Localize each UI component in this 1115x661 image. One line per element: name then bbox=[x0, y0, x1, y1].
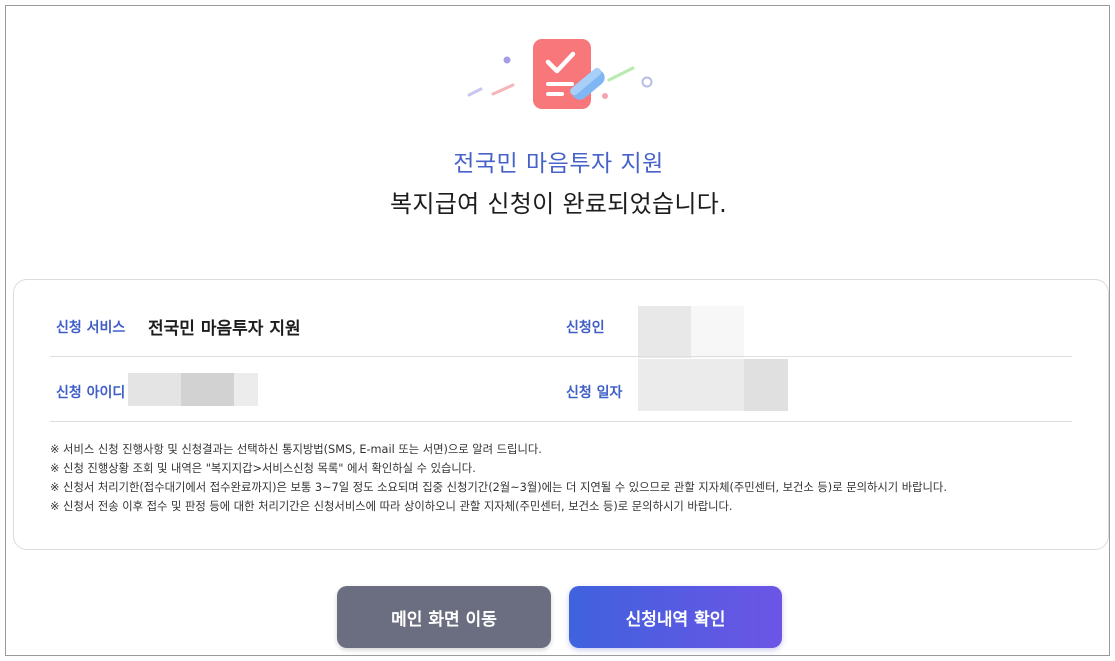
view-application-history-button[interactable]: 신청내역 확인 bbox=[569, 586, 782, 648]
details-row-service: 신청 서비스 전국민 마음투자 지원 신청인 bbox=[50, 308, 1072, 356]
service-value: 전국민 마음투자 지원 bbox=[148, 319, 301, 339]
applicant-redacted bbox=[638, 306, 744, 358]
date-label: 신청 일자 bbox=[566, 385, 623, 401]
notice-item: ※ 서비스 신청 진행사항 및 신청결과는 선택하신 통지방법(SMS, E-m… bbox=[50, 443, 542, 456]
service-title: 전국민 마음투자 지원 bbox=[453, 151, 664, 177]
applicant-id-label: 신청 아이디 bbox=[56, 385, 126, 401]
notice-list: ※ 서비스 신청 진행사항 및 신청결과는 선택하신 통지방법(SMS, E-m… bbox=[50, 440, 1080, 516]
completion-message: 복지급여 신청이 완료되었습니다. bbox=[389, 190, 728, 218]
row-divider bbox=[50, 421, 1072, 422]
service-label: 신청 서비스 bbox=[56, 320, 126, 336]
go-to-main-button[interactable]: 메인 화면 이동 bbox=[337, 586, 551, 648]
page-frame: 전국민 마음투자 지원 복지급여 신청이 완료되었습니다. 신청 서비스 전국민… bbox=[5, 5, 1110, 656]
notice-item: ※ 신청서 처리기한(접수대기에서 접수완료까지)은 보통 3~7일 정도 소요… bbox=[50, 481, 947, 494]
applicant-id-redacted bbox=[128, 373, 258, 406]
applicant-label: 신청인 bbox=[566, 320, 605, 336]
clipboard-check-icon bbox=[467, 39, 653, 109]
hero-illustration bbox=[6, 6, 1109, 116]
application-date-redacted bbox=[638, 359, 788, 411]
notice-item: ※ 신청서 전송 이후 접수 및 판정 등에 대한 처리기간은 신청서비스에 따… bbox=[50, 500, 733, 513]
notice-item: ※ 신청 진행상황 조회 및 내역은 "복지지갑>서비스신청 목록" 에서 확인… bbox=[50, 462, 476, 475]
row-divider bbox=[50, 356, 1072, 357]
application-details-card: 신청 서비스 전국민 마음투자 지원 신청인 신청 아이디 신청 일자 ※ 서비… bbox=[13, 279, 1109, 550]
